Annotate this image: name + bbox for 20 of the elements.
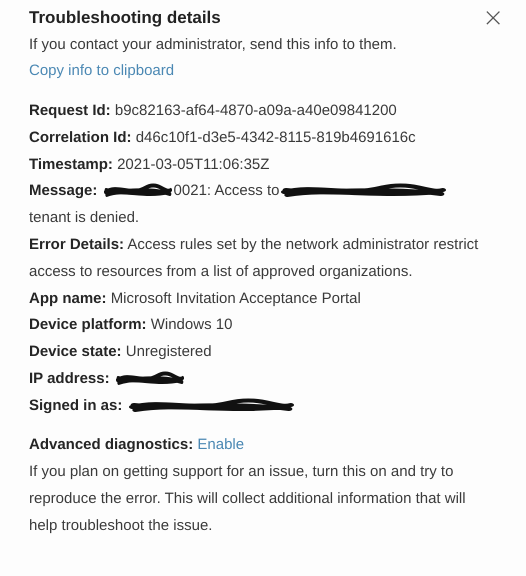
redaction-scribble [116,370,184,388]
advanced-description: If you plan on getting support for an issue, turn this on and try to reproduce the error. This will collect additional information that will help troubleshoot the issue. [29,462,467,536]
copy-link[interactable]: Copy info to clipboard [29,58,506,84]
dialog-title: Troubleshooting details [29,7,221,29]
detail-label: Signed in as: [29,396,122,414]
detail-label: Message: [29,182,98,200]
detail-line: Device state: Unregistered [29,342,213,362]
instruction-text: If you contact your administrator, send this info to them. [29,35,398,55]
detail-line: Device platform: Windows 10 [29,315,234,336]
detail-line: Correlation Id: d46c10f1-d3e5-4342-8115-819b4691616c [29,128,417,148]
detail-line: Timestamp: 2021-03-05T11:06:35Z [29,154,270,175]
detail-line: Request Id: b9c82163-af64-4870-a09a-a40e09841200 [29,101,398,121]
detail-line: Error Details: Access rules set by the network administrator restrict access to resources from a list of approved organizations. [29,234,479,282]
enable-link[interactable]: Enable [197,436,244,453]
detail-value: tenant is denied. [29,209,140,226]
detail-label: IP address: [29,370,110,387]
detail-line: App name: Microsoft Invitation Acceptance Portal [29,288,362,309]
advanced-label: Advanced diagnostics: [29,436,194,453]
detail-value: 0021: Access to [174,182,280,200]
close-button[interactable]: × [480,5,506,31]
